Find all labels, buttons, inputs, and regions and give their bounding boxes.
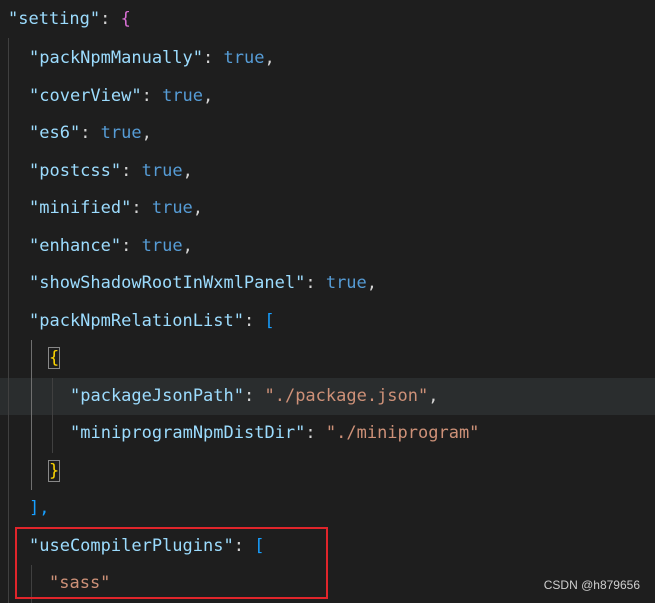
json-key: "miniprogramNpmDistDir" (70, 423, 306, 443)
json-key: "coverView" (29, 86, 142, 106)
open-brace-token: { (120, 9, 131, 29)
string-value: "./miniprogram" (325, 423, 480, 443)
json-key: "packageJsonPath" (70, 386, 244, 406)
code-line: "packNpmRelationList": [ (29, 303, 275, 340)
close-brace-token: } (47, 460, 61, 482)
code-line: "packNpmManually": true, (29, 40, 275, 77)
colon-token: : (141, 86, 163, 106)
comma-token: , (141, 123, 152, 143)
code-line: } (47, 453, 61, 490)
boolean-value: true (325, 273, 367, 293)
colon-token: : (80, 123, 101, 143)
json-key: "showShadowRootInWxmlPanel" (29, 273, 306, 293)
colon-token: : (305, 423, 326, 443)
boolean-value: true (162, 86, 204, 106)
json-key: "postcss" (29, 161, 122, 181)
boolean-value: true (141, 236, 183, 256)
comma-token: , (428, 386, 439, 406)
colon-token: : (243, 311, 265, 331)
json-key: "packNpmRelationList" (29, 311, 244, 331)
code-line: "miniprogramNpmDistDir": "./miniprogram" (70, 415, 479, 452)
code-line: ], (29, 490, 49, 527)
code-line: "setting": { (8, 1, 131, 38)
indent-guide (8, 38, 9, 603)
colon-token: : (131, 198, 152, 218)
code-line: "postcss": true, (29, 153, 193, 190)
colon-token: : (121, 236, 142, 256)
close-bracket-token: ], (29, 498, 50, 518)
indent-guide (52, 378, 53, 453)
code-line: "minified": true, (29, 190, 203, 227)
code-editor[interactable]: "setting": { "packNpmManually": true, "c… (0, 0, 655, 603)
code-line: { (47, 340, 61, 377)
colon-token: : (100, 9, 121, 29)
open-brace-token: { (47, 347, 61, 369)
code-line: "coverView": true, (29, 78, 213, 115)
comma-token: , (182, 236, 193, 256)
colon-token: : (244, 386, 265, 406)
code-line: "es6": true, (29, 115, 152, 152)
json-key: "enhance" (29, 236, 122, 256)
code-line: "enhance": true, (29, 228, 193, 265)
json-key: "es6" (29, 123, 81, 143)
watermark-text: CSDN @h879656 (543, 578, 640, 592)
comma-token: , (192, 198, 204, 218)
string-value: "./package.json" (264, 386, 429, 406)
json-key: "minified" (29, 198, 132, 218)
comma-token: , (264, 48, 275, 68)
boolean-value: true (141, 161, 183, 181)
boolean-value: true (100, 123, 142, 143)
code-line: "showShadowRootInWxmlPanel": true, (29, 265, 377, 302)
colon-token: : (305, 273, 326, 293)
comma-token: , (182, 161, 193, 181)
indent-guide-active (31, 340, 32, 490)
code-line-active: "packageJsonPath": "./package.json", (70, 378, 439, 415)
boolean-value: true (151, 198, 193, 218)
colon-token: : (203, 48, 224, 68)
colon-token: : (121, 161, 142, 181)
comma-token: , (366, 273, 378, 293)
comma-token: , (203, 86, 214, 106)
json-key: "setting" (8, 9, 101, 29)
annotation-highlight-box (15, 527, 328, 599)
boolean-value: true (223, 48, 265, 68)
json-key: "packNpmManually" (29, 48, 203, 68)
open-bracket-token: [ (264, 311, 275, 331)
